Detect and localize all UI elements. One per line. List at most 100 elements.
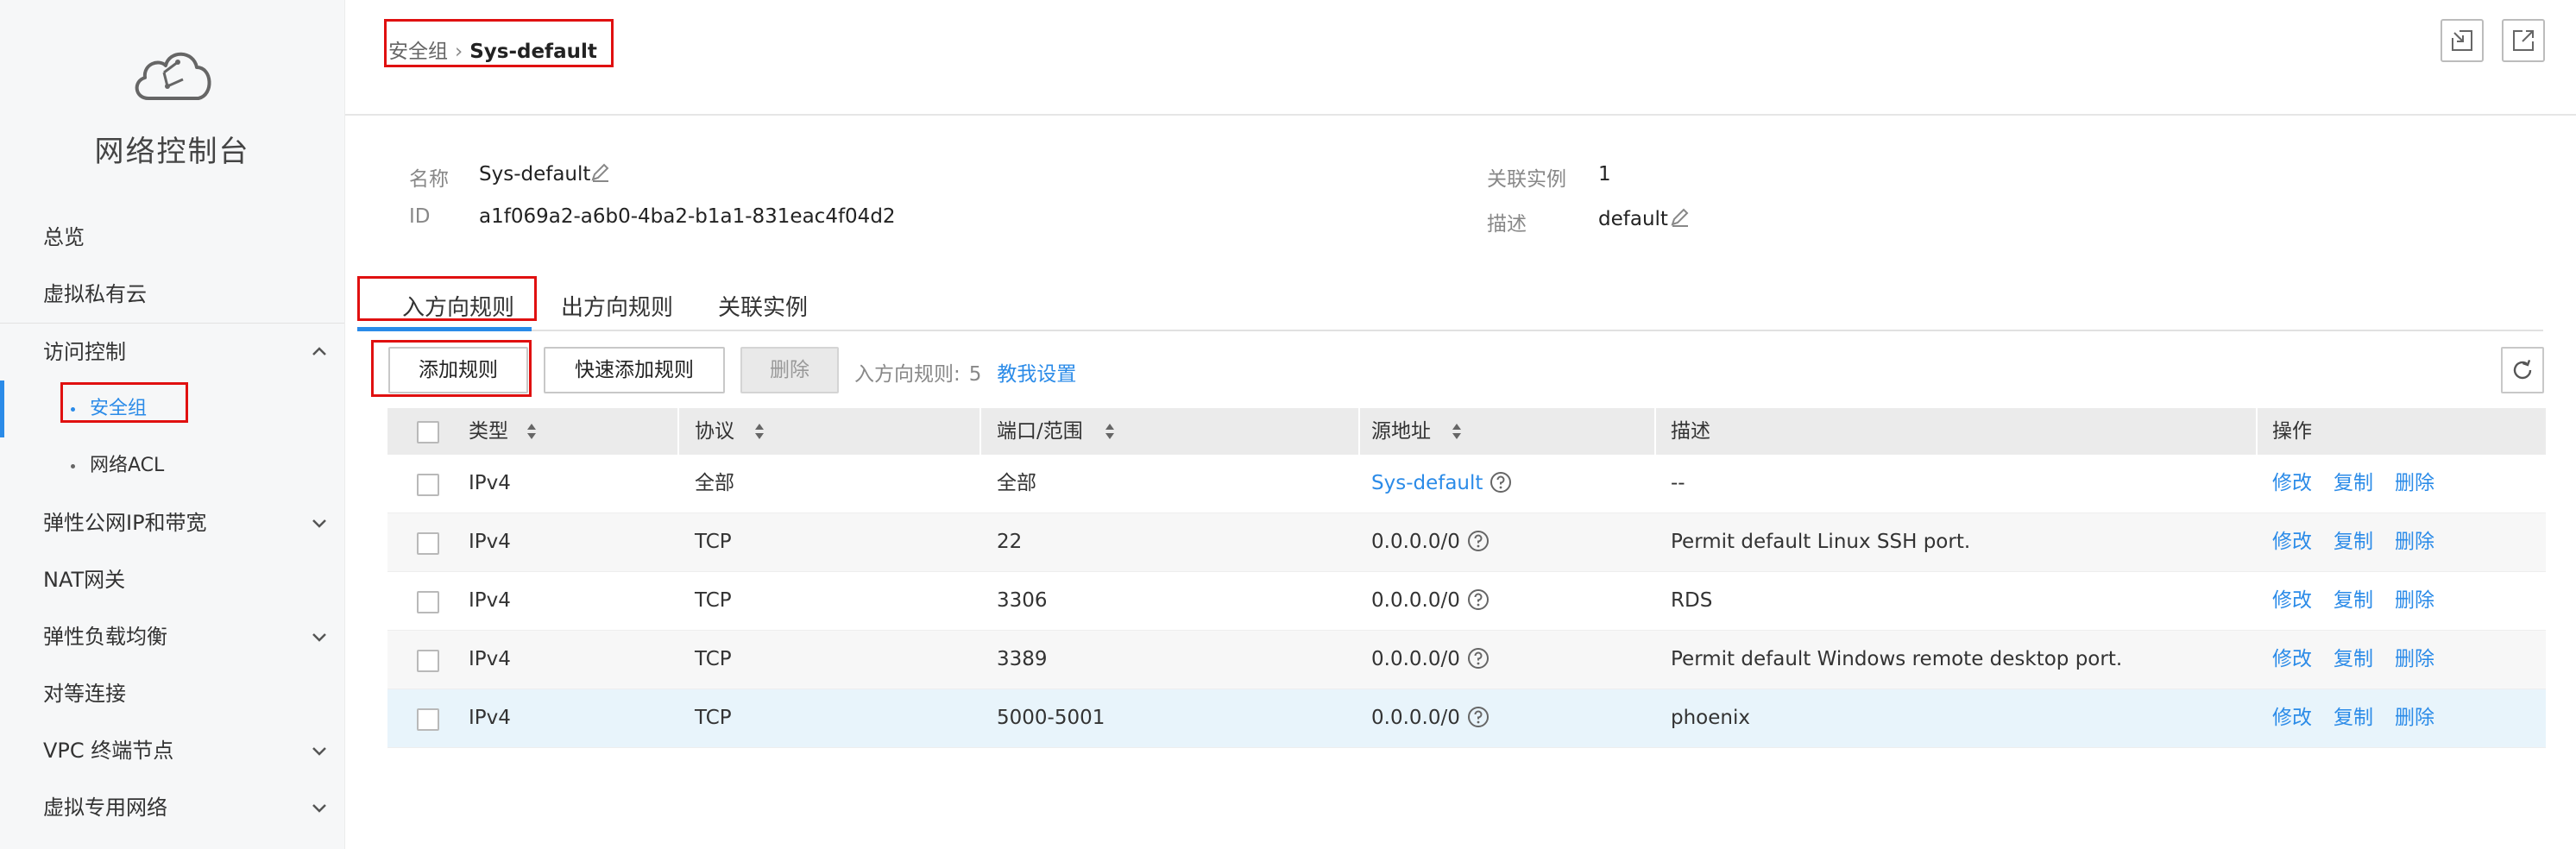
row-checkbox[interactable] [417,591,439,613]
sidebar-item-elb[interactable]: 弹性负载均衡 [0,608,344,665]
help-icon[interactable] [1490,471,1512,494]
chevron-down-icon [312,804,326,813]
instances-label: 关联实例 [1487,168,1566,191]
cell-source: 0.0.0.0/0 [1371,631,1490,689]
sort-icon[interactable] [1104,422,1116,441]
table-row: IPv4 TCP 3306 0.0.0.0/0 RDS 修改 复制 删除 [387,572,2546,631]
cell-type: IPv4 [469,472,511,494]
sidebar-item-peering[interactable]: 对等连接 [0,665,344,722]
cell-protocol: TCP [695,531,732,553]
select-all-checkbox[interactable] [417,421,439,443]
cell-protocol: TCP [695,707,732,729]
sidebar-item-eip-bandwidth[interactable]: 弹性公网IP和带宽 [0,494,344,551]
active-tab-indicator [357,327,532,331]
open-external-button[interactable] [2502,19,2545,62]
sidebar-item-overview[interactable]: 总览 [0,209,344,266]
help-icon[interactable] [1467,647,1490,670]
highlight-box-add-rule [371,340,532,397]
sidebar-item-vpc-endpoint[interactable]: VPC 终端节点 [0,722,344,779]
highlight-box-breadcrumb [384,19,614,67]
rule-count: 入方向规则: 5 教我设置 [854,357,1076,387]
column-header-operations: 操作 [2272,420,2312,443]
name-label: 名称 [409,168,449,191]
sidebar-item-network-acl[interactable]: 网络ACL [0,437,344,494]
tab-outbound-rules[interactable]: 出方向规则 [561,290,673,322]
modify-link[interactable]: 修改 [2272,513,2312,571]
chevron-down-icon [312,633,326,642]
cell-port: 3389 [997,648,1048,670]
delete-link[interactable]: 删除 [2395,572,2434,630]
teach-me-link[interactable]: 教我设置 [997,363,1076,386]
row-checkbox[interactable] [417,532,439,555]
help-icon[interactable] [1467,706,1490,728]
cell-source: 0.0.0.0/0 [1371,689,1490,747]
quick-add-rule-button[interactable]: 快速添加规则 [544,347,725,393]
sidebar-item-vpn[interactable]: 虚拟专用网络 [0,779,344,836]
cell-source: 0.0.0.0/0 [1371,513,1490,571]
sidebar-item-label: 网络ACL [90,455,165,476]
sort-icon[interactable] [1451,422,1463,441]
help-icon[interactable] [1467,530,1490,552]
copy-link[interactable]: 复制 [2334,455,2373,513]
help-icon[interactable] [1467,588,1490,611]
copy-link[interactable]: 复制 [2334,572,2373,630]
table-row: IPv4 TCP 5000-5001 0.0.0.0/0 phoenix 修改 … [387,689,2546,748]
modify-link[interactable]: 修改 [2272,631,2312,689]
collapse-button[interactable] [2441,19,2484,62]
source-cidr: 0.0.0.0/0 [1371,589,1460,612]
cell-type: IPv4 [469,589,511,612]
delete-button[interactable]: 删除 [740,347,839,393]
row-checkbox[interactable] [417,708,439,731]
sidebar-item-nat-gateway[interactable]: NAT网关 [0,551,344,608]
cell-port: 22 [997,531,1023,553]
modify-link[interactable]: 修改 [2272,572,2312,630]
highlight-box-inbound-tab [357,276,537,321]
delete-link[interactable]: 删除 [2395,455,2434,513]
cell-description: phoenix [1671,707,1750,729]
column-header-type: 类型 [469,420,508,443]
description-label: 描述 [1487,213,1527,236]
id-label: ID [409,205,431,228]
delete-link[interactable]: 删除 [2395,513,2434,571]
modify-link[interactable]: 修改 [2272,689,2312,747]
source-cidr: 0.0.0.0/0 [1371,707,1460,729]
sidebar-item-label: 虚拟专用网络 [43,796,167,820]
chevron-up-icon [312,347,326,355]
delete-link[interactable]: 删除 [2395,689,2434,747]
refresh-icon [2513,359,2532,380]
cell-description: -- [1671,472,1685,494]
sidebar-item-access-control[interactable]: 访问控制 [0,323,344,380]
collapse-icon [2452,30,2472,51]
copy-link[interactable]: 复制 [2334,689,2373,747]
pencil-icon[interactable] [1669,207,1690,228]
console-title: 网络控制台 [94,135,250,169]
table-row: IPv4 全部 全部 Sys-default -- 修改 复制 删除 [387,455,2546,513]
delete-link[interactable]: 删除 [2395,631,2434,689]
description-value: default [1598,208,1668,230]
cell-port: 5000-5001 [997,707,1105,729]
rule-count-label: 入方向规则: [854,363,960,386]
instances-value: 1 [1598,163,1611,186]
cell-type: IPv4 [469,648,511,670]
copy-link[interactable]: 复制 [2334,631,2373,689]
cell-source: 0.0.0.0/0 [1371,572,1490,630]
cell-type: IPv4 [469,707,511,729]
cell-port: 全部 [997,472,1036,494]
row-checkbox[interactable] [417,650,439,672]
sidebar-item-vpc[interactable]: 虚拟私有云 [0,266,344,323]
cell-source: Sys-default [1371,455,1512,513]
copy-link[interactable]: 复制 [2334,513,2373,571]
id-value: a1f069a2-a6b0-4ba2-b1a1-831eac4f04d2 [479,205,896,228]
tab-associated-instances[interactable]: 关联实例 [718,290,808,322]
table-row: IPv4 TCP 3389 0.0.0.0/0 Permit default W… [387,631,2546,689]
pencil-icon[interactable] [589,162,610,183]
rule-count-value: 5 [968,363,982,386]
refresh-button[interactable] [2501,347,2544,393]
page-header: 安全组 › Sys-default [345,0,2576,116]
modify-link[interactable]: 修改 [2272,455,2312,513]
sort-icon[interactable] [753,422,765,441]
sort-icon[interactable] [526,422,538,441]
cell-description: RDS [1671,589,1713,612]
row-checkbox[interactable] [417,474,439,496]
source-security-group-link[interactable]: Sys-default [1371,472,1483,494]
